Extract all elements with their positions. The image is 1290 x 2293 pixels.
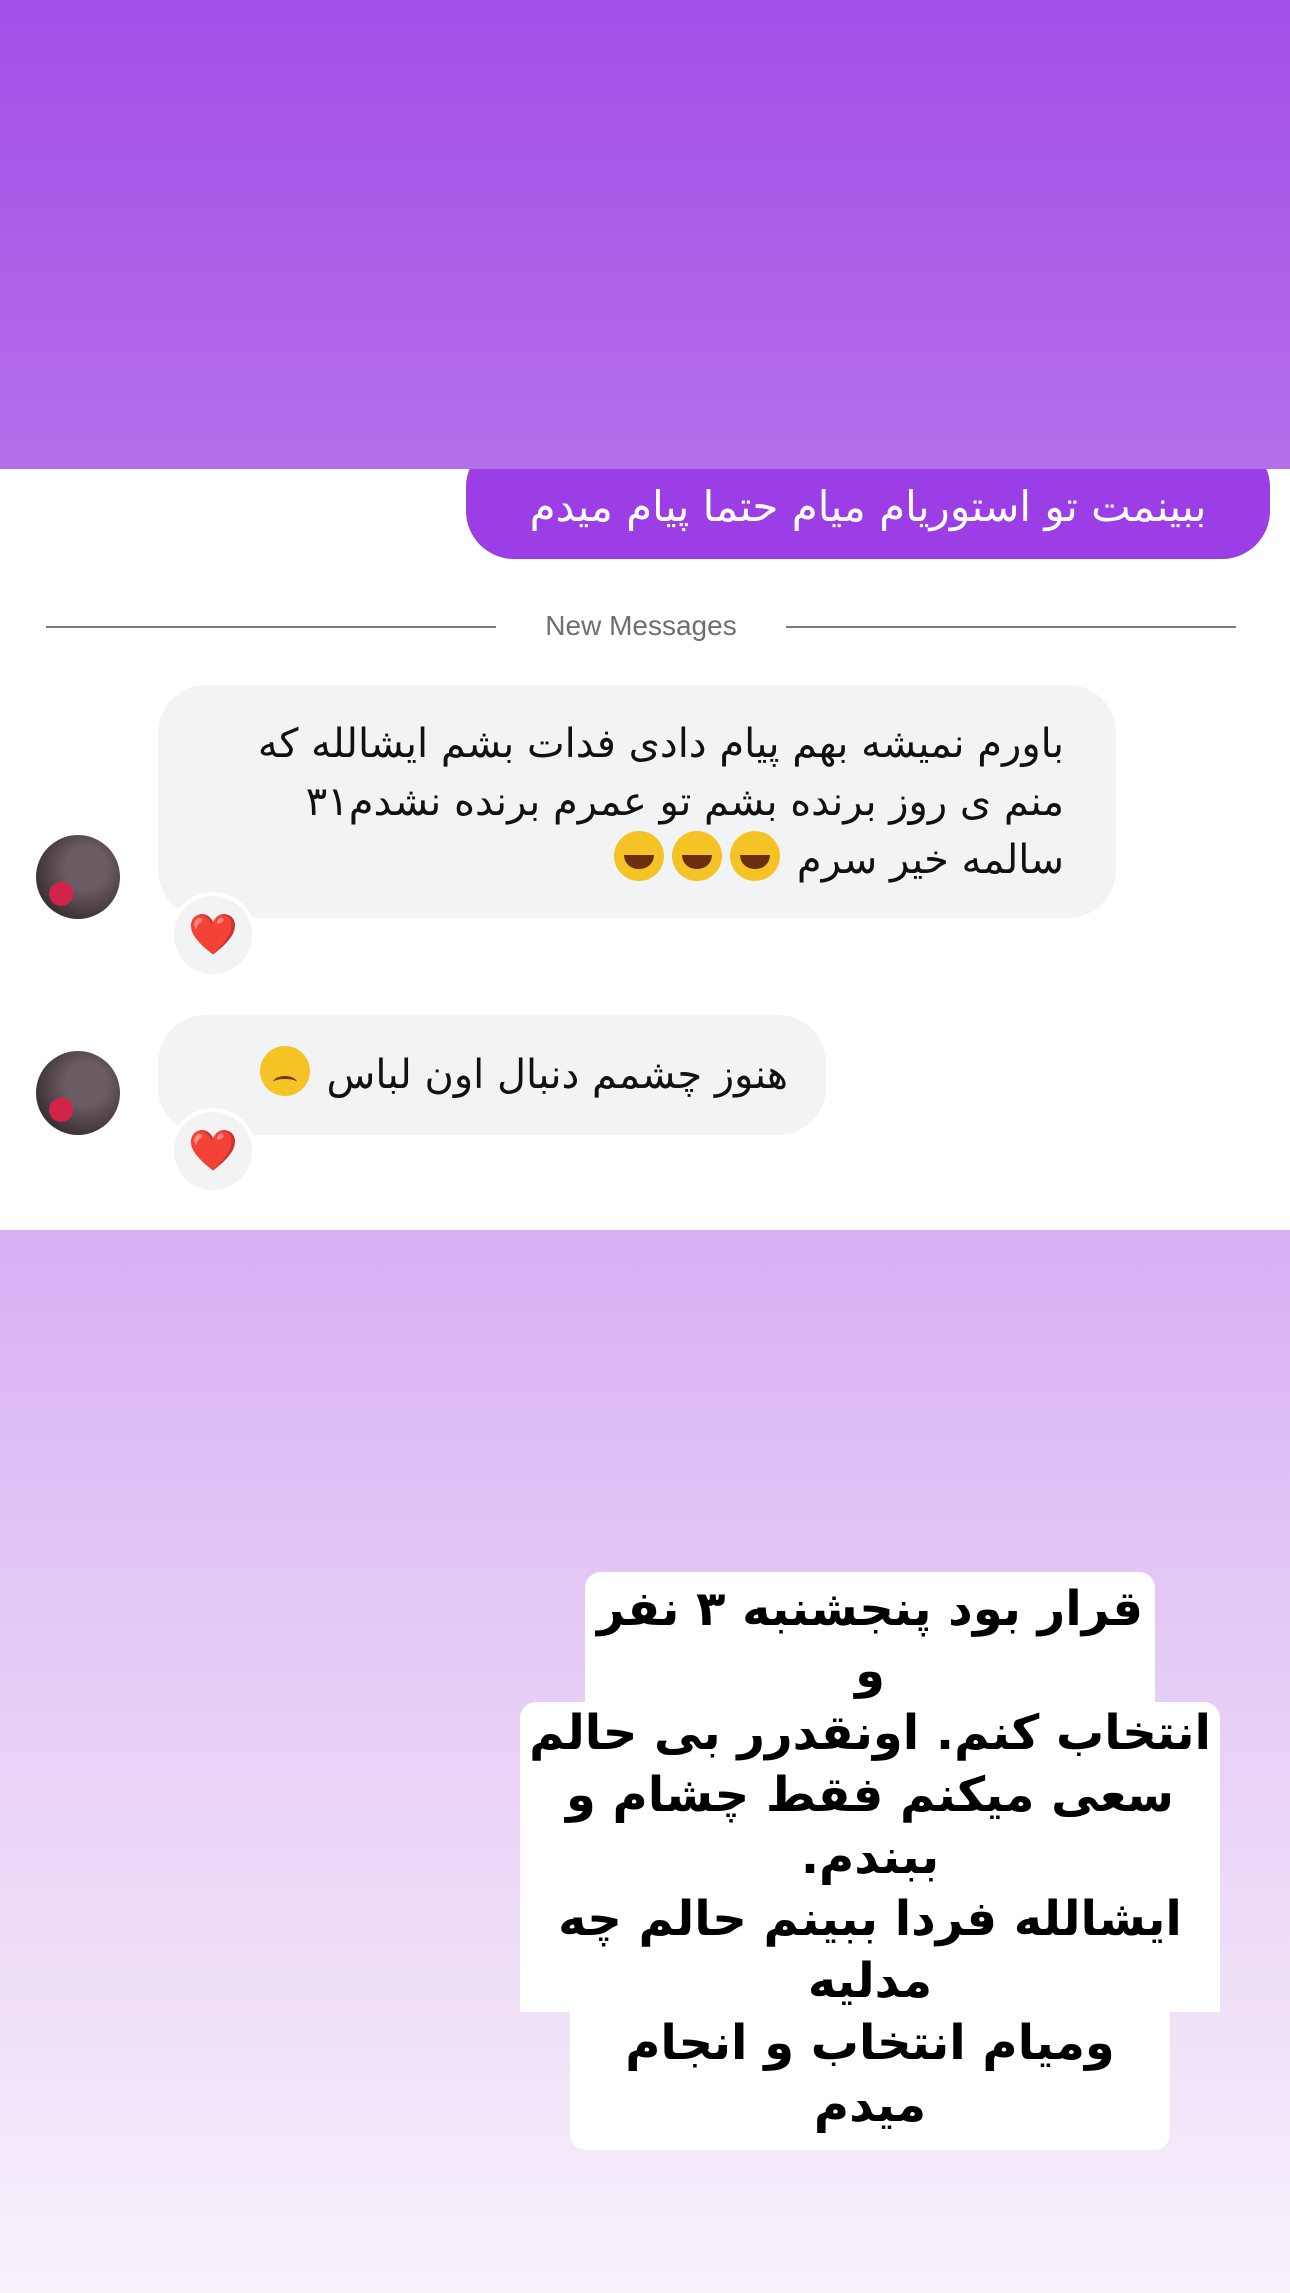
divider-line-right [786, 626, 1236, 628]
story-caption: قرار بود پنجشنبه ۳ نفر و انتخاب کنم. اون… [520, 1572, 1220, 2150]
received-message-bubble: باورم نمیشه بهم پیام دادی فدات بشم ایشال… [158, 685, 1116, 918]
new-messages-divider: New Messages [46, 609, 1236, 643]
frowning-face-emoji-icon [259, 1046, 310, 1096]
heart-reaction-icon: ❤️ [170, 892, 256, 978]
story-background-top [0, 0, 1290, 469]
divider-label: New Messages [545, 610, 737, 641]
caption-line: قرار بود پنجشنبه ۳ نفر و [585, 1572, 1155, 1702]
caption-line: انتخاب کنم. اونقدرر بی حالم [520, 1702, 1220, 1764]
caption-line: ومیام انتخاب و انجام میدم [570, 2012, 1170, 2150]
sender-avatar [36, 1051, 120, 1135]
received-message-bubble: هنوز چشمم دنبال اون لباس [158, 1015, 826, 1135]
sender-avatar [36, 835, 120, 919]
laughing-emoji-icon [672, 831, 723, 881]
sent-message-bubble: ببینمت تو استوریام میام حتما پیام میدم [466, 469, 1270, 559]
caption-line: ایشالله فردا ببینم حالم چه مدلیه [520, 1888, 1220, 2012]
laughing-emoji-icon [730, 831, 781, 881]
caption-line: سعی میکنم فقط چشام و ببندم. [520, 1764, 1220, 1888]
received-message-text: هنوز چشمم دنبال اون لباس [326, 1052, 788, 1098]
divider-line-left [46, 626, 496, 628]
laughing-emoji-icon [614, 831, 665, 881]
sent-message-text: ببینمت تو استوریام میام حتما پیام میدم [529, 482, 1207, 531]
heart-reaction-icon: ❤️ [170, 1108, 256, 1194]
chat-screenshot: ببینمت تو استوریام میام حتما پیام میدم N… [0, 469, 1290, 1230]
